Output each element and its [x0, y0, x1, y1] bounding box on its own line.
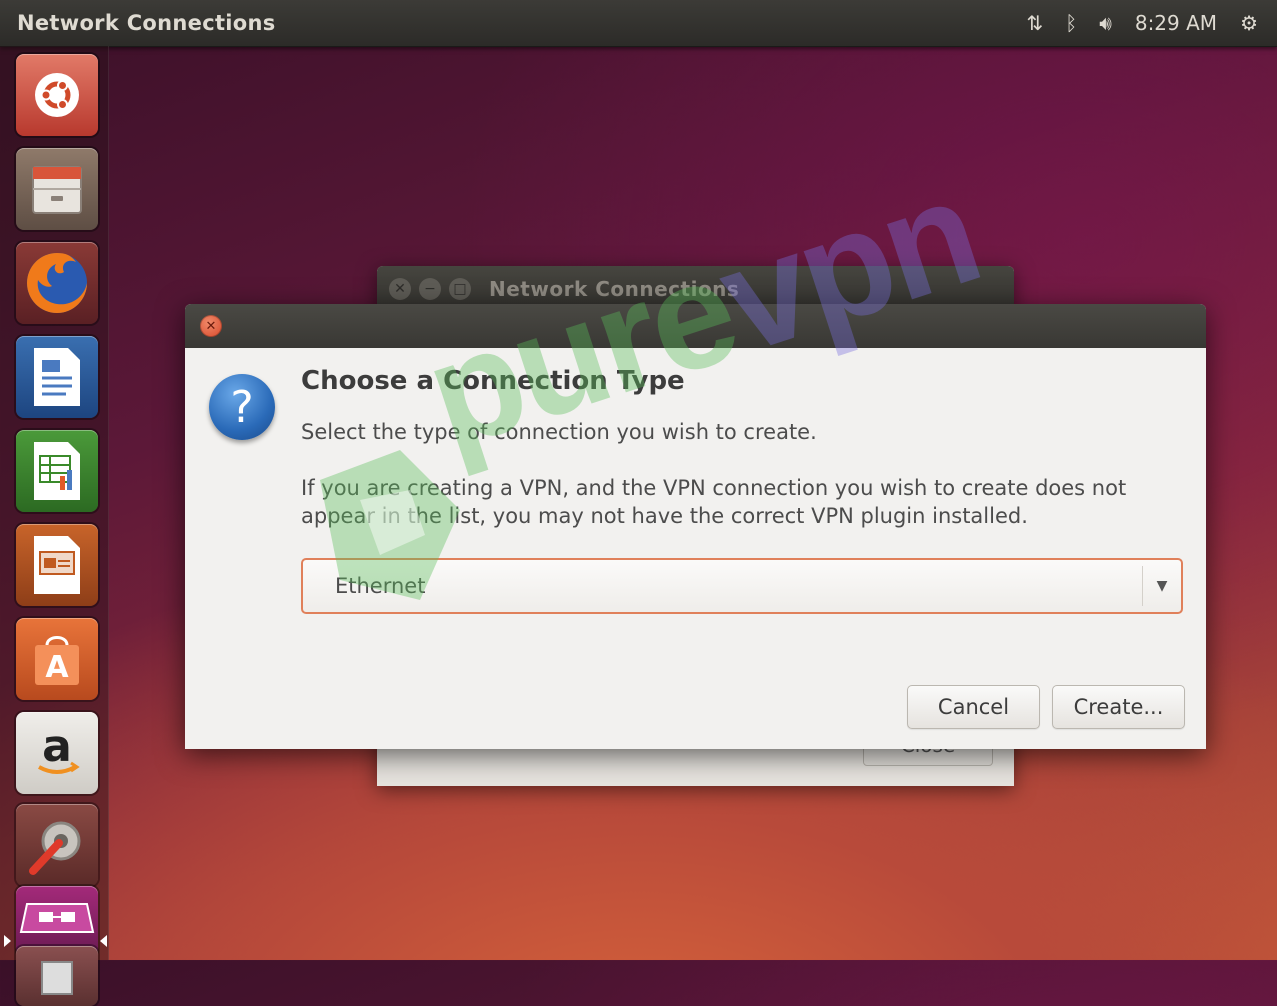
amazon-button[interactable]: a [16, 712, 98, 794]
connection-type-combobox[interactable]: Ethernet ▼ [301, 558, 1183, 614]
system-settings-button[interactable] [16, 804, 98, 886]
session-gear-icon[interactable]: ⚙ [1229, 0, 1269, 46]
amazon-icon: a [38, 723, 80, 774]
close-icon[interactable]: ✕ [389, 278, 411, 300]
connection-type-dialog: ✕ ? Choose a Connection Type Select the … [185, 304, 1206, 749]
dialog-body-text: If you are creating a VPN, and the VPN c… [301, 476, 1127, 528]
dialog-titlebar: ✕ [185, 304, 1206, 348]
question-icon: ? [209, 374, 275, 440]
trash-button[interactable] [16, 946, 98, 1006]
network-manager-icon [19, 903, 95, 933]
ubuntu-logo-icon [35, 73, 79, 117]
launcher: A a [0, 46, 109, 1006]
shopping-bag-icon: A [35, 636, 79, 685]
focused-app-right-arrow-icon [100, 935, 107, 947]
presentation-impress-icon [34, 536, 80, 594]
create-button[interactable]: Create... [1052, 685, 1185, 729]
dialog-close-icon[interactable]: ✕ [200, 315, 222, 337]
bluetooth-icon[interactable]: ᛒ [1054, 0, 1088, 46]
minimize-icon[interactable]: − [419, 278, 441, 300]
files-button[interactable] [16, 148, 98, 230]
volume-icon[interactable]: 🔊︎ [1088, 0, 1123, 46]
libreoffice-calc-button[interactable] [16, 430, 98, 512]
dialog-subtitle: Select the type of connection you wish t… [301, 420, 817, 444]
software-center-button[interactable]: A [16, 618, 98, 700]
trash-icon [41, 961, 73, 995]
clock[interactable]: 8:29 AM [1123, 0, 1229, 46]
firefox-button[interactable] [16, 242, 98, 324]
svg-text:A: A [45, 650, 69, 685]
libreoffice-impress-button[interactable] [16, 524, 98, 606]
top-panel: Network Connections ⇅ ᛒ 🔊︎ 8:29 AM ⚙ [0, 0, 1277, 47]
firefox-icon [27, 253, 87, 313]
window-title: Network Connections [489, 277, 740, 301]
indicator-area: ⇅ ᛒ 🔊︎ 8:29 AM ⚙ [1015, 0, 1269, 46]
file-cabinet-icon [32, 166, 82, 214]
libreoffice-writer-button[interactable] [16, 336, 98, 418]
ubuntu-dash-button[interactable] [16, 54, 98, 136]
settings-gear-wrench-icon [29, 821, 81, 875]
active-app-left-arrow-icon [4, 935, 11, 947]
maximize-icon[interactable]: □ [449, 278, 471, 300]
active-window-title: Network Connections [17, 11, 276, 35]
dialog-heading: Choose a Connection Type [301, 366, 685, 396]
combobox-value: Ethernet [335, 574, 426, 598]
svg-text:a: a [42, 723, 72, 772]
network-icon[interactable]: ⇅ [1015, 0, 1054, 46]
cancel-button[interactable]: Cancel [907, 685, 1040, 729]
document-writer-icon [34, 348, 80, 406]
spreadsheet-calc-icon [34, 442, 80, 500]
chevron-down-icon[interactable]: ▼ [1143, 578, 1181, 594]
